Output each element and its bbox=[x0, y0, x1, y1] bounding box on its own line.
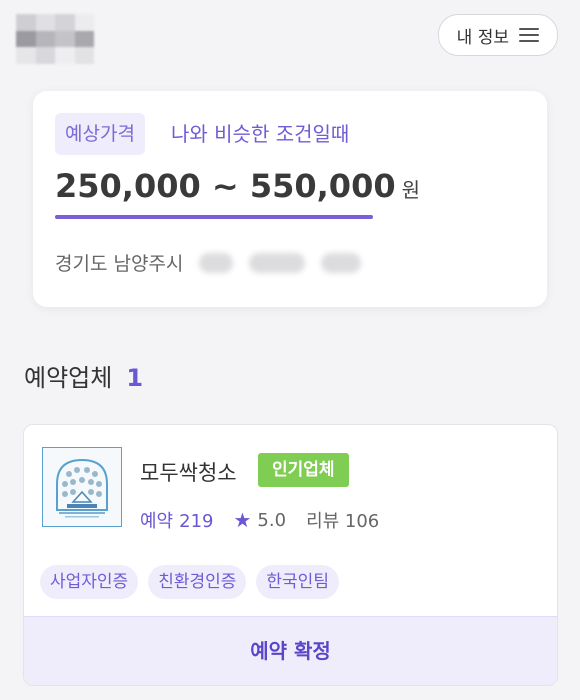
top-bar: 내 정보 bbox=[0, 0, 580, 80]
my-info-button[interactable]: 내 정보 bbox=[437, 14, 558, 56]
estimate-badge: 예상가격 bbox=[55, 113, 145, 155]
company-logo bbox=[42, 447, 122, 527]
estimate-card: 예상가격 나와 비슷한 조건일때 250,000 ~ 550,000 원 경기도 … bbox=[33, 91, 547, 307]
price-unit: 원 bbox=[401, 178, 420, 202]
tag-eco-verified: 친환경인증 bbox=[148, 565, 247, 599]
estimate-description: 나와 비슷한 조건일때 bbox=[171, 122, 350, 146]
tag-business-verified: 사업자인증 bbox=[40, 565, 139, 599]
tag-korean-team: 한국인팀 bbox=[256, 565, 339, 599]
reservation-number: 219 bbox=[179, 511, 214, 532]
confirm-reservation-button[interactable]: 예약 확정 bbox=[24, 616, 557, 685]
menu-icon bbox=[519, 27, 539, 43]
section-count: 1 bbox=[126, 364, 144, 392]
company-name[interactable]: 모두싹청소 bbox=[140, 457, 237, 487]
redacted-address-part bbox=[321, 252, 362, 273]
company-tags: 사업자인증 친환경인증 한국인팀 bbox=[40, 565, 339, 599]
section-title-text: 예약업체 bbox=[24, 364, 113, 392]
star-icon: ★ bbox=[233, 508, 252, 532]
price-range: 250,000 ~ 550,000 원 bbox=[55, 167, 420, 205]
app-logo[interactable] bbox=[16, 14, 94, 64]
price-value: 250,000 ~ 550,000 bbox=[55, 167, 396, 205]
company-stats: 예약 219 ★ 5.0 리뷰 106 bbox=[140, 507, 379, 533]
review-count[interactable]: 리뷰 106 bbox=[306, 507, 379, 533]
rating-value: 5.0 bbox=[257, 509, 287, 531]
section-title: 예약업체 1 bbox=[24, 358, 143, 393]
my-info-label: 내 정보 bbox=[456, 27, 509, 48]
redacted-address-part bbox=[199, 252, 234, 273]
popular-badge: 인기업체 bbox=[258, 453, 349, 487]
address-text: 경기도 남양주시 bbox=[55, 253, 184, 275]
price-underline bbox=[55, 215, 373, 219]
redacted-address-part bbox=[249, 252, 306, 273]
reservation-count: 예약 219 bbox=[140, 507, 213, 533]
address: 경기도 남양주시 bbox=[55, 249, 362, 276]
reservation-label: 예약 bbox=[140, 511, 174, 532]
company-card[interactable]: 모두싹청소 인기업체 예약 219 ★ 5.0 리뷰 106 사업자인증 친환경인… bbox=[23, 424, 558, 686]
